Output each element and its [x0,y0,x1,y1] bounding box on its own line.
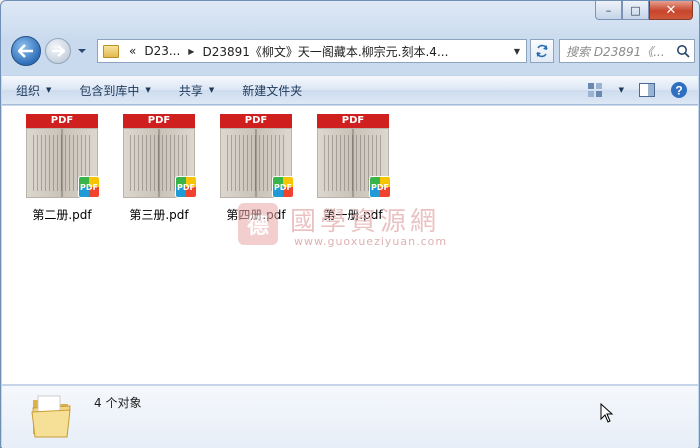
help-button[interactable]: ? [670,81,688,99]
include-in-library-label: 包含到库中 [79,83,140,98]
pdf-thumbnail: PDF PDF [220,114,294,198]
arrow-left-icon [18,44,33,58]
pdf-banner: PDF [317,114,389,128]
navigation-bar: « D23... ▶ D23891《柳文》天一阁藏本.柳宗元.刻本.4... ▼… [9,35,695,67]
refresh-icon [536,44,548,58]
command-bar: 组织 ▼ 包含到库中 ▼ 共享 ▼ 新建文件夹 ▼ ? [2,75,698,105]
view-dropdown-chevron-icon[interactable]: ▼ [619,86,624,94]
organize-menu[interactable]: 组织 ▼ [2,75,65,105]
view-options-button[interactable] [587,81,605,99]
breadcrumb-segment[interactable]: D23... [140,44,184,58]
minimize-button[interactable]: – [595,1,622,20]
mouse-cursor-icon [600,403,614,423]
view-grid-icon [587,83,602,97]
preview-pane-button[interactable] [638,81,656,99]
maximize-button[interactable]: □ [622,1,649,20]
breadcrumb-segment-current[interactable]: D23891《柳文》天一阁藏本.柳宗元.刻本.4... [198,43,452,60]
search-input[interactable]: 搜索 D23891《... [559,39,695,63]
forward-button[interactable] [45,38,71,64]
pdf-app-icon: PDF [78,176,100,198]
item-count: 4 个对象 [94,396,142,410]
file-name: 第三册.pdf [129,208,189,222]
include-in-library-menu[interactable]: 包含到库中 ▼ [65,75,164,105]
pdf-banner: PDF [123,114,195,128]
watermark-url: www.guoxueziyuan.com [294,235,448,248]
chevron-down-icon: ▼ [46,86,52,94]
close-icon: ✕ [665,2,677,18]
watermark: 德 國學資源網 www.guoxueziyuan.com [238,201,478,251]
pdf-thumbnail: PDF PDF [317,114,391,198]
minimize-icon: – [605,3,612,17]
address-bar[interactable]: « D23... ▶ D23891《柳文》天一阁藏本.柳宗元.刻本.4... ▼ [97,39,527,63]
caption-buttons: – □ ✕ [595,1,693,20]
back-button[interactable] [11,36,41,66]
address-dropdown[interactable]: ▼ [508,40,526,62]
details-pane: 4 个对象 [2,385,698,448]
chevron-down-icon [78,49,86,53]
watermark-logo: 德 [238,203,278,245]
breadcrumb-arrow-icon[interactable]: ▶ [184,47,198,56]
file-list: PDF PDF 第二册.pdf PDF PDF 第三册.pdf PDF PDF … [2,106,698,384]
pdf-thumbnail: PDF PDF [26,114,100,198]
watermark-title: 國學資源網 [290,207,441,237]
share-menu[interactable]: 共享 ▼ [165,75,228,105]
close-button[interactable]: ✕ [649,1,693,20]
pdf-thumbnail: PDF PDF [123,114,197,198]
preview-pane-icon [639,83,655,97]
arrow-right-icon [52,45,65,57]
organize-label: 组织 [16,83,41,98]
folder-icon [31,395,71,438]
pdf-app-icon: PDF [369,176,391,198]
new-folder-label: 新建文件夹 [242,83,303,98]
folder-icon [103,44,119,58]
pdf-app-icon: PDF [272,176,294,198]
svg-text:?: ? [675,84,682,98]
refresh-button[interactable] [530,39,554,63]
chevron-down-icon: ▼ [145,86,151,94]
pdf-app-icon: PDF [175,176,197,198]
share-label: 共享 [178,83,203,98]
search-icon[interactable] [676,44,690,58]
file-name: 第二册.pdf [32,208,92,222]
help-icon: ? [671,82,687,98]
maximize-icon: □ [630,3,641,17]
pdf-banner: PDF [26,114,98,128]
file-item[interactable]: PDF PDF 第三册.pdf [116,114,202,223]
file-item[interactable]: PDF PDF 第二册.pdf [19,114,105,223]
search-placeholder: 搜索 D23891《... [566,44,665,59]
pdf-banner: PDF [220,114,292,128]
chevron-down-icon: ▼ [208,86,215,94]
recent-pages-dropdown[interactable] [77,45,87,57]
explorer-window: – □ ✕ « D23... ▶ D23891《柳文》天一阁藏本.柳宗元.刻本.… [0,0,700,448]
address-overflow[interactable]: « [125,44,140,58]
chevron-down-icon: ▼ [513,46,521,56]
new-folder-button[interactable]: 新建文件夹 [228,75,316,105]
